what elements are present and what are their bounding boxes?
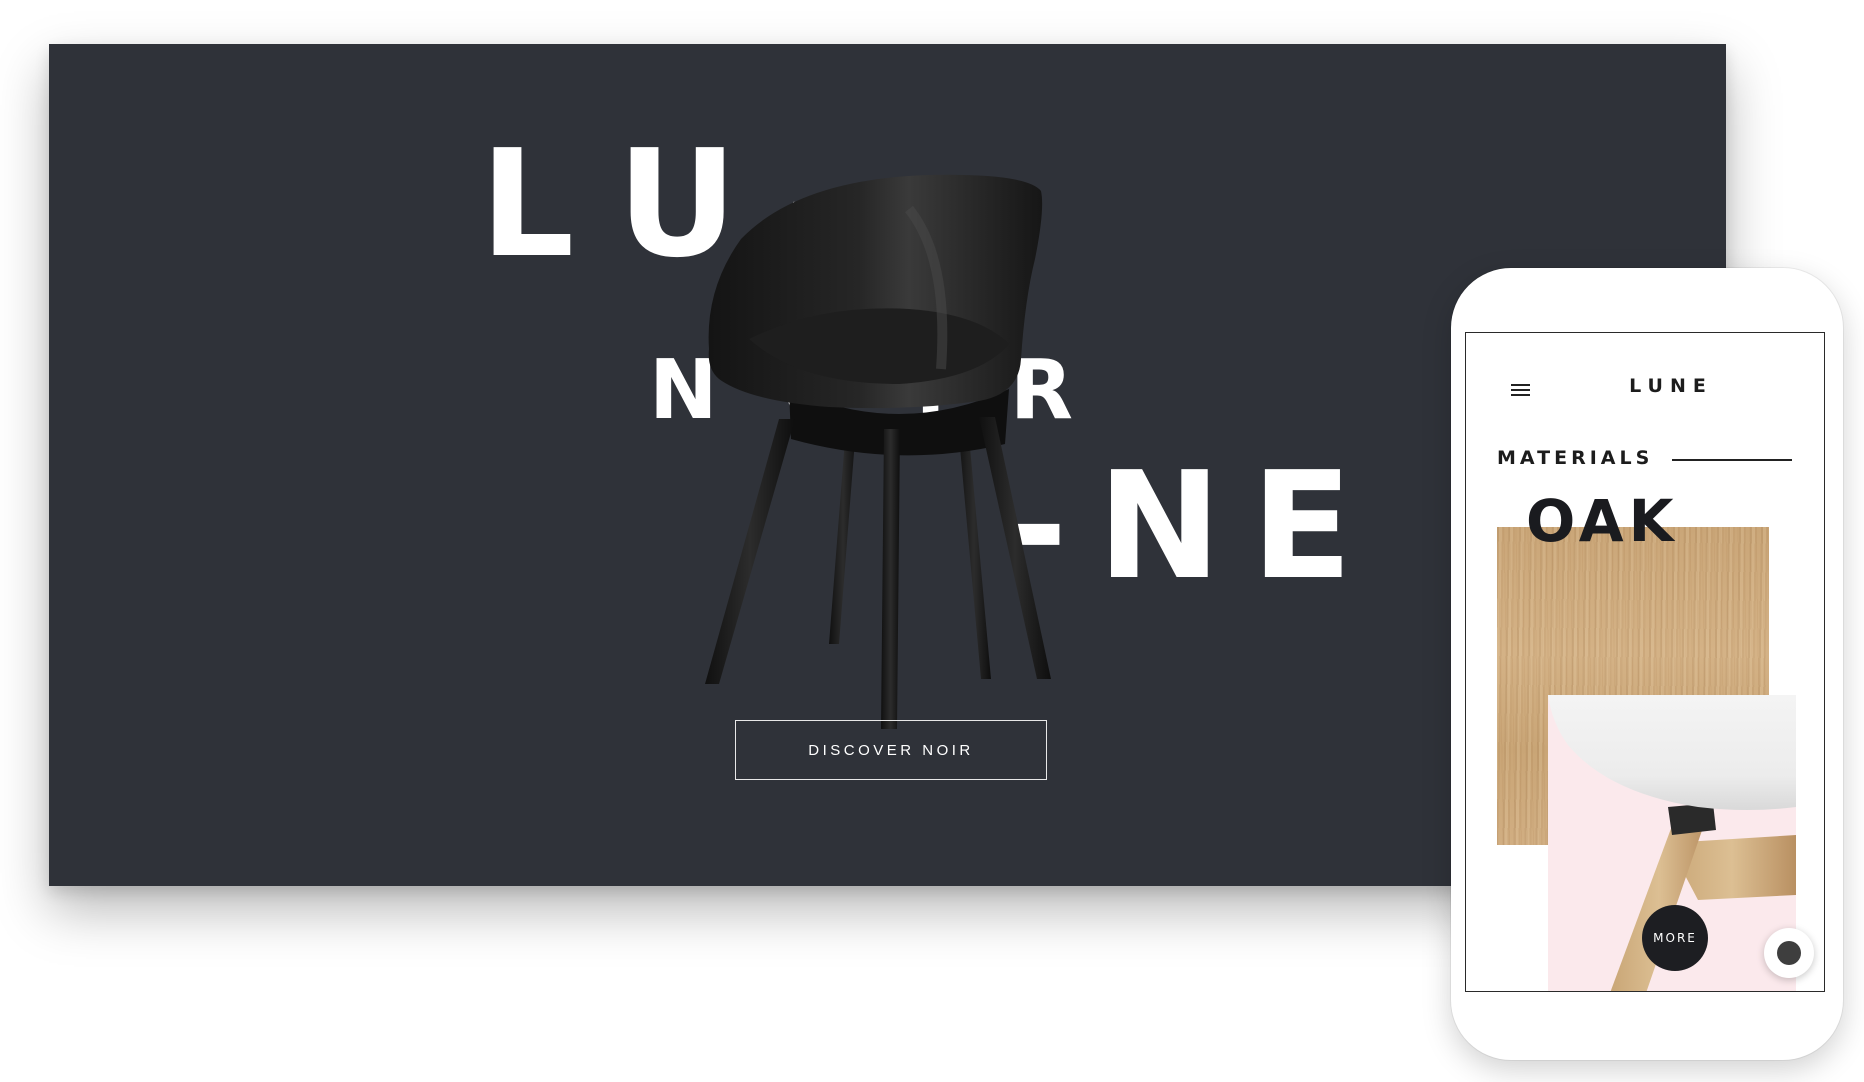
section-divider: [1672, 459, 1792, 461]
assistive-touch-icon: [1777, 941, 1801, 965]
section-label: MATERIALS: [1497, 447, 1654, 469]
discover-noir-button[interactable]: DISCOVER NOIR: [735, 720, 1047, 780]
chair-image: [705, 174, 1051, 729]
assistive-touch-button[interactable]: [1764, 928, 1814, 978]
more-button[interactable]: MORE: [1642, 905, 1708, 971]
phone-screen: LUNE MATERIALS OAK MORE: [1465, 332, 1825, 992]
material-title: OAK: [1526, 487, 1679, 555]
brand-logo[interactable]: LUNE: [1596, 375, 1746, 397]
hamburger-menu-icon[interactable]: [1511, 384, 1530, 396]
